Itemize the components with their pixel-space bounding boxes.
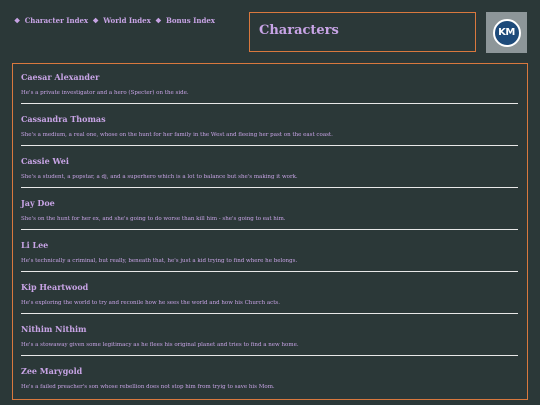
character-name[interactable]: Cassandra Thomas	[21, 114, 106, 124]
top-nav: ❖ Character Index ❖ World Index ❖ Bonus …	[12, 16, 215, 25]
character-list: Caesar Alexander He's a private investig…	[12, 63, 528, 400]
character-name[interactable]: Caesar Alexander	[21, 72, 99, 82]
divider	[21, 229, 518, 230]
divider	[21, 187, 518, 188]
character-name[interactable]: Nithim Nithim	[21, 324, 87, 334]
character-description: He's a failed preacher's son whose rebel…	[21, 384, 275, 390]
character-description: He's a stowaway given some legitimacy as…	[21, 342, 299, 348]
nav-bullet-icon: ❖	[14, 16, 21, 25]
character-name[interactable]: Cassie Wei	[21, 156, 69, 166]
divider	[21, 145, 518, 146]
divider	[21, 103, 518, 104]
km-logo-icon: KM	[492, 18, 521, 47]
character-name[interactable]: Jay Doe	[21, 198, 55, 208]
page-title-box: Characters	[249, 12, 476, 52]
nav-link-world-index[interactable]: World Index	[103, 16, 151, 25]
page: ❖ Character Index ❖ World Index ❖ Bonus …	[0, 0, 540, 405]
divider	[21, 355, 518, 356]
character-name[interactable]: Zee Marygold	[21, 366, 82, 376]
divider	[21, 271, 518, 272]
page-title: Characters	[259, 23, 339, 38]
avatar[interactable]: KM	[486, 12, 527, 53]
character-description: She's a medium, a real one, whose on the…	[21, 132, 333, 138]
character-description: She's a student, a popstar, a dj, and a …	[21, 174, 298, 180]
character-description: He's a private investigator and a hero (…	[21, 90, 189, 96]
character-description: He's exploring the world to try and reco…	[21, 300, 281, 306]
nav-link-bonus-index[interactable]: Bonus Index	[166, 16, 215, 25]
character-name[interactable]: Kip Heartwood	[21, 282, 88, 292]
character-name[interactable]: Li Lee	[21, 240, 48, 250]
character-description: He's technically a criminal, but really,…	[21, 258, 298, 264]
divider	[21, 313, 518, 314]
nav-bullet-icon: ❖	[92, 16, 99, 25]
nav-link-character-index[interactable]: Character Index	[25, 16, 88, 25]
character-description: She's on the hunt for her ex, and she's …	[21, 216, 286, 222]
nav-bullet-icon: ❖	[155, 16, 162, 25]
